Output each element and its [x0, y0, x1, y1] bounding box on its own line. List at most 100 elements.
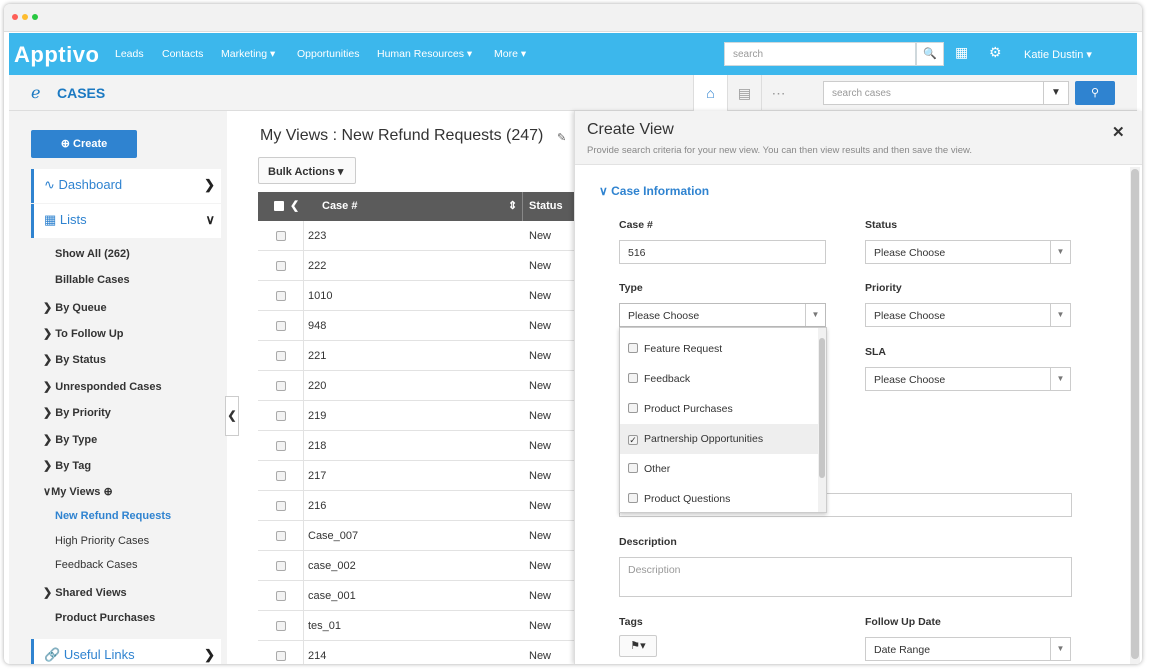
- option-checkbox[interactable]: ✓: [628, 435, 638, 445]
- row-case-number[interactable]: 214: [308, 650, 326, 662]
- link-feedback-cases[interactable]: Feedback Cases: [55, 559, 138, 571]
- type-option[interactable]: Product Questions: [620, 484, 818, 514]
- priority-select[interactable]: Please Choose ▼: [865, 303, 1071, 327]
- nav-contacts[interactable]: Contacts: [162, 48, 203, 60]
- type-option[interactable]: Feedback: [620, 364, 818, 394]
- link-by-type[interactable]: ❯ By Type: [43, 433, 97, 446]
- maximize-dot[interactable]: [32, 14, 38, 20]
- option-checkbox[interactable]: [628, 493, 638, 503]
- reports-button[interactable]: ▤: [727, 75, 761, 111]
- cases-search-button[interactable]: ⚲: [1075, 81, 1115, 105]
- option-checkbox[interactable]: [628, 343, 638, 353]
- col-case-number[interactable]: Case #: [322, 200, 357, 212]
- row-case-number[interactable]: case_001: [308, 590, 356, 602]
- row-checkbox[interactable]: [276, 351, 286, 361]
- row-checkbox[interactable]: [276, 621, 286, 631]
- link-to-follow-up[interactable]: ❯ To Follow Up: [43, 327, 124, 340]
- row-checkbox[interactable]: [276, 531, 286, 541]
- minimize-dot[interactable]: [22, 14, 28, 20]
- status-select[interactable]: Please Choose ▼: [865, 240, 1071, 264]
- global-search-input[interactable]: search: [724, 42, 916, 66]
- row-case-number[interactable]: 219: [308, 410, 326, 422]
- link-by-priority[interactable]: ❯ By Priority: [43, 406, 111, 419]
- global-search-button[interactable]: 🔍: [916, 42, 944, 66]
- sidebar-item-lists[interactable]: ▦ Lists ∨: [31, 204, 221, 238]
- link-by-status[interactable]: ❯ By Status: [43, 353, 106, 366]
- row-checkbox[interactable]: [276, 291, 286, 301]
- table-row[interactable]: 216 New: [258, 491, 578, 521]
- link-my-views[interactable]: ∨My Views ⊕: [43, 485, 113, 498]
- sidebar-item-dashboard[interactable]: ∿ Dashboard ❯: [31, 169, 221, 203]
- bulk-actions-button[interactable]: Bulk Actions ▾: [258, 157, 356, 184]
- link-by-queue[interactable]: ❯ By Queue: [43, 301, 107, 314]
- row-case-number[interactable]: tes_01: [308, 620, 341, 632]
- apptivo-logo[interactable]: Apptivo: [14, 42, 99, 68]
- row-checkbox[interactable]: [276, 381, 286, 391]
- row-checkbox[interactable]: [276, 561, 286, 571]
- store-icon[interactable]: ▦: [955, 44, 968, 61]
- option-checkbox[interactable]: [628, 403, 638, 413]
- table-row[interactable]: 220 New: [258, 371, 578, 401]
- followup-select[interactable]: Date Range ▼: [865, 637, 1071, 661]
- row-checkbox[interactable]: [276, 261, 286, 271]
- link-product-purchases[interactable]: Product Purchases: [55, 612, 155, 624]
- user-menu[interactable]: Katie Dustin ▾: [1024, 48, 1092, 61]
- add-view-icon[interactable]: ⊕: [103, 486, 112, 498]
- type-option[interactable]: Feature Request: [620, 334, 818, 364]
- type-select[interactable]: Please Choose ▼: [619, 303, 826, 327]
- cases-search-input[interactable]: search cases: [823, 81, 1057, 105]
- home-button[interactable]: ⌂: [693, 75, 727, 111]
- row-case-number[interactable]: 948: [308, 320, 326, 332]
- row-case-number[interactable]: 216: [308, 500, 326, 512]
- sort-icon[interactable]: ⇕: [508, 199, 517, 212]
- tags-dropdown-button[interactable]: ⚑▾: [619, 635, 657, 657]
- row-case-number[interactable]: 1010: [308, 290, 332, 302]
- case-number-input[interactable]: 516: [619, 240, 826, 264]
- dropdown-scroll-thumb[interactable]: [819, 338, 825, 478]
- row-case-number[interactable]: 223: [308, 230, 326, 242]
- more-options-button[interactable]: ⋯: [761, 75, 795, 111]
- table-row[interactable]: tes_01 New: [258, 611, 578, 641]
- nav-human-resources[interactable]: Human Resources ▾: [377, 48, 472, 60]
- section-case-information[interactable]: ∨ Case Information: [599, 184, 709, 198]
- row-case-number[interactable]: case_002: [308, 560, 356, 572]
- row-case-number[interactable]: Case_007: [308, 530, 358, 542]
- dropdown-scrollbar[interactable]: [818, 328, 826, 512]
- link-show-all[interactable]: Show All (262): [55, 248, 130, 260]
- nav-marketing[interactable]: Marketing ▾: [221, 48, 275, 60]
- link-high-priority-cases[interactable]: High Priority Cases: [55, 535, 149, 547]
- table-row[interactable]: 222 New: [258, 251, 578, 281]
- type-option[interactable]: Other: [620, 454, 818, 484]
- panel-scroll-thumb[interactable]: [1131, 169, 1139, 659]
- type-option[interactable]: ✓ Partnership Opportunities: [620, 424, 818, 454]
- table-row[interactable]: 221 New: [258, 341, 578, 371]
- row-checkbox[interactable]: [276, 651, 286, 661]
- row-checkbox[interactable]: [276, 441, 286, 451]
- edit-pencil-icon[interactable]: ✎: [557, 131, 566, 144]
- row-checkbox[interactable]: [276, 231, 286, 241]
- description-textarea[interactable]: Description: [619, 557, 1072, 597]
- search-options-dropdown[interactable]: ▼: [1043, 81, 1069, 105]
- close-dot[interactable]: [12, 14, 18, 20]
- col-status[interactable]: Status: [529, 200, 563, 212]
- nav-opportunities[interactable]: Opportunities: [297, 48, 359, 60]
- row-checkbox[interactable]: [276, 411, 286, 421]
- close-icon[interactable]: ✕: [1112, 123, 1125, 141]
- type-option[interactable]: Product Purchases: [620, 394, 818, 424]
- row-checkbox[interactable]: [276, 321, 286, 331]
- sla-select[interactable]: Please Choose ▼: [865, 367, 1071, 391]
- panel-scrollbar[interactable]: [1130, 167, 1140, 664]
- table-row[interactable]: 217 New: [258, 461, 578, 491]
- table-row[interactable]: 223 New: [258, 221, 578, 251]
- link-billable-cases[interactable]: Billable Cases: [55, 274, 130, 286]
- table-row[interactable]: 948 New: [258, 311, 578, 341]
- table-row[interactable]: case_002 New: [258, 551, 578, 581]
- table-row[interactable]: 1010 New: [258, 281, 578, 311]
- select-all-checkbox[interactable]: [274, 201, 284, 211]
- table-row[interactable]: Case_007 New: [258, 521, 578, 551]
- sidebar-item-useful-links[interactable]: 🔗 Useful Links ❯: [31, 639, 221, 664]
- nav-more[interactable]: More ▾: [494, 48, 526, 60]
- table-row[interactable]: 219 New: [258, 401, 578, 431]
- sidebar-collapse-toggle[interactable]: ❮: [225, 396, 239, 436]
- create-button[interactable]: ⊕ Create: [31, 130, 137, 158]
